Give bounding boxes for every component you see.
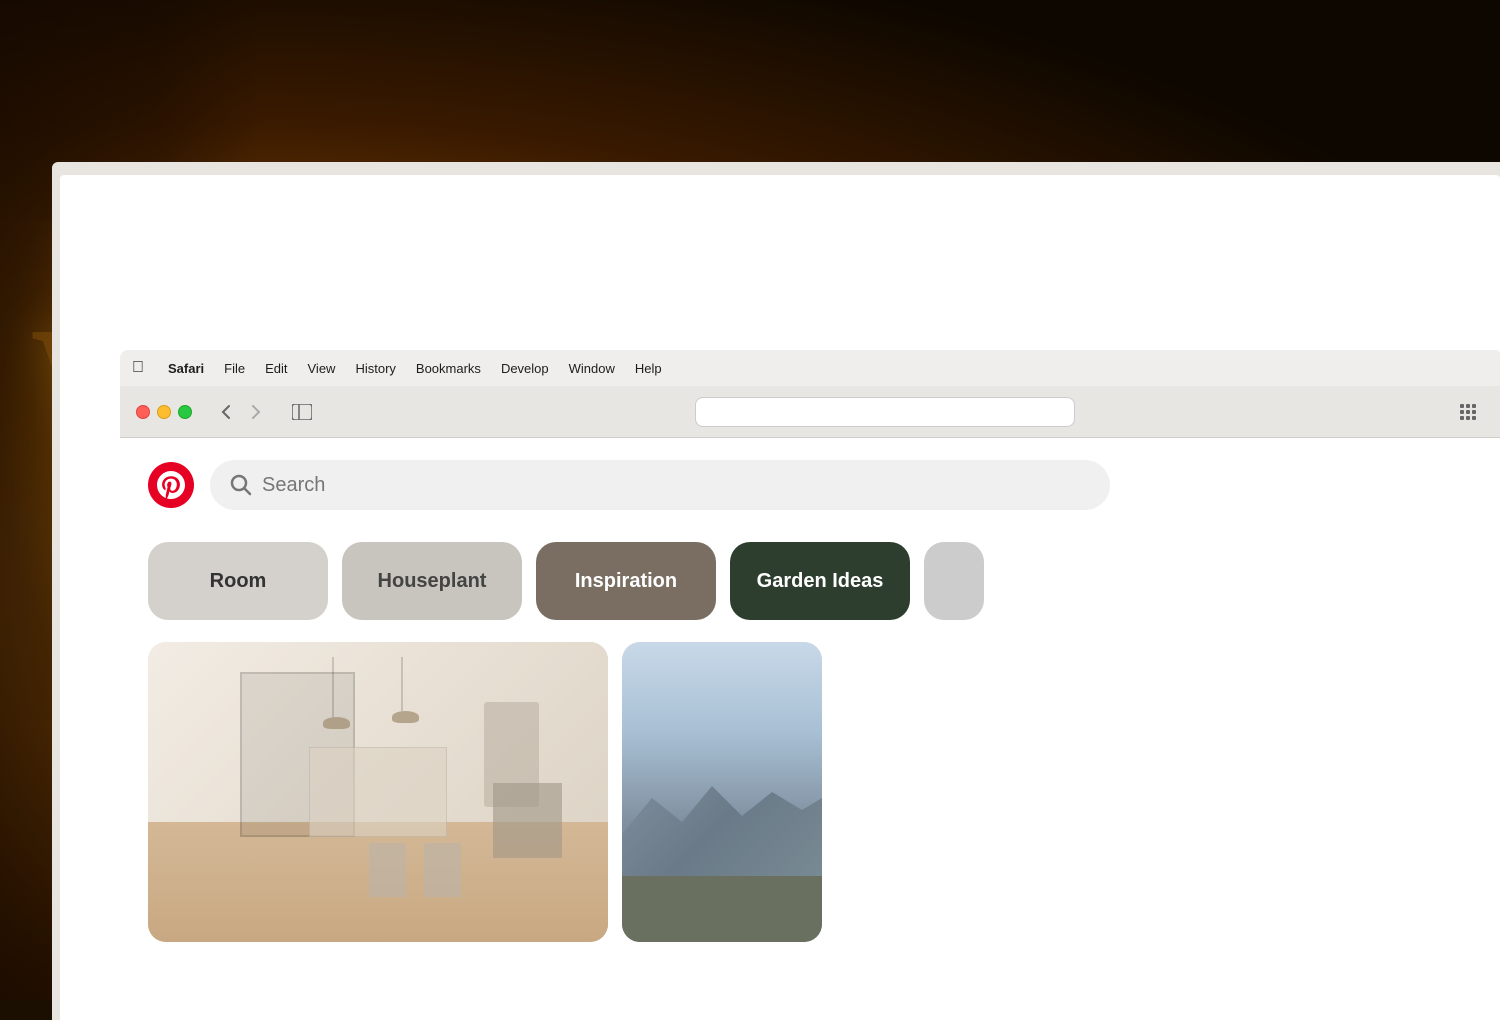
grid-icon	[1460, 404, 1476, 420]
pins-area	[120, 642, 1500, 942]
search-bar[interactable]: Search	[210, 460, 1110, 510]
menu-bookmarks[interactable]: Bookmarks	[406, 359, 491, 378]
apple-menu[interactable]: 	[132, 359, 144, 377]
category-more[interactable]	[924, 542, 984, 620]
menu-file[interactable]: File	[214, 359, 255, 378]
room-image	[148, 642, 608, 942]
browser-toolbar	[120, 386, 1500, 438]
search-placeholder: Search	[262, 474, 325, 497]
menu-history[interactable]: History	[345, 359, 405, 378]
pinterest-header: Search	[120, 438, 1500, 532]
menu-bar:  Safari File Edit View History Bookmark…	[120, 350, 1500, 386]
minimize-button[interactable]	[157, 405, 171, 419]
nature-image	[622, 642, 822, 942]
menu-develop[interactable]: Develop	[491, 359, 559, 378]
forward-button[interactable]	[242, 400, 270, 424]
pinterest-logo[interactable]	[148, 462, 194, 508]
menu-edit[interactable]: Edit	[255, 359, 297, 378]
category-room[interactable]: Room	[148, 542, 328, 620]
address-bar-area	[330, 397, 1440, 427]
pin-card-room[interactable]	[148, 642, 608, 942]
laptop-frame:  Safari File Edit View History Bookmark…	[52, 162, 1500, 1020]
menu-view[interactable]: View	[298, 359, 346, 378]
sidebar-toggle-button[interactable]	[286, 400, 318, 424]
close-button[interactable]	[136, 405, 150, 419]
menu-window[interactable]: Window	[559, 359, 625, 378]
screen-inner:  Safari File Edit View History Bookmark…	[60, 175, 1500, 1020]
address-bar[interactable]	[695, 397, 1075, 427]
maximize-button[interactable]	[178, 405, 192, 419]
pin-card-nature[interactable]	[622, 642, 822, 942]
nav-buttons	[212, 400, 270, 424]
search-icon	[230, 474, 252, 496]
menu-safari[interactable]: Safari	[158, 359, 214, 378]
menu-help[interactable]: Help	[625, 359, 672, 378]
traffic-lights	[136, 405, 192, 419]
categories-row: Room Houseplant Inspiration Garden Ideas	[120, 532, 1500, 642]
category-inspiration[interactable]: Inspiration	[536, 542, 716, 620]
back-button[interactable]	[212, 400, 240, 424]
extensions-button[interactable]	[1452, 400, 1484, 424]
category-houseplant[interactable]: Houseplant	[342, 542, 522, 620]
browser-content: Search Room Houseplant Inspiration Garde…	[120, 438, 1500, 1020]
category-garden-ideas[interactable]: Garden Ideas	[730, 542, 910, 620]
